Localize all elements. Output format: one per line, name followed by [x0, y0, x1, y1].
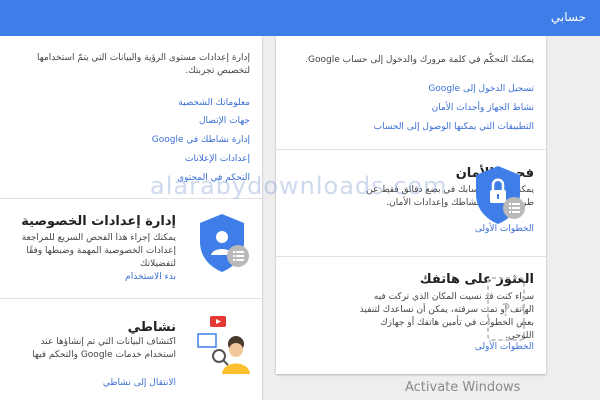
activate-windows-notice: Activate Windows	[405, 380, 521, 395]
link-connected-apps[interactable]: التطبيقات التي يمكنها الوصول إلى الحساب	[374, 122, 534, 132]
phone-icon: ?	[487, 277, 525, 341]
link-device-activity[interactable]: نشاط الجهاز وأحداث الأمان	[432, 103, 534, 113]
security-panel: يمكنك التحكّم في كلمة مرورك والدخول إلى …	[276, 36, 546, 374]
my-activity-title: نشاطي	[127, 320, 176, 335]
divider	[276, 256, 546, 257]
activity-illustration-icon	[197, 316, 250, 374]
my-activity-link[interactable]: الانتقال إلى نشاطي	[103, 378, 176, 388]
link-contacts[interactable]: جهات الإتصال	[199, 116, 250, 126]
security-intro: يمكنك التحكّم في كلمة مرورك والدخول إلى …	[305, 55, 534, 65]
privacy-panel: إدارة إعدادات مستوى الرؤية والبيانات الت…	[0, 36, 262, 400]
divider	[0, 298, 262, 299]
privacy-intro: إدارة إعدادات مستوى الرؤية والبيانات الت…	[37, 53, 250, 76]
divider	[276, 149, 546, 150]
privacy-shield-icon	[200, 214, 249, 272]
page-title: حسابي	[550, 10, 586, 24]
privacy-checkup-start-link[interactable]: بدء الاستخدام	[125, 272, 176, 282]
privacy-checkup-title: إدارة إعدادات الخصوصية	[21, 214, 176, 229]
svg-text:?: ?	[501, 300, 511, 321]
link-ad-settings[interactable]: إعدادات الإعلانات	[185, 154, 250, 164]
security-shield-icon	[476, 166, 525, 224]
link-personal-info[interactable]: معلوماتك الشخصية	[178, 98, 250, 108]
app-bar: حسابي	[0, 0, 600, 36]
site-watermark: alarabydownloads.com	[150, 172, 448, 200]
my-activity-desc: اكتشاف البيانات التي تم إنشاؤها عند استخ…	[32, 337, 176, 360]
privacy-checkup-desc: يمكنك إجراء هذا الفحص السريع للمراجعة إع…	[21, 233, 176, 269]
link-sign-in[interactable]: تسجيل الدخول إلى Google	[428, 84, 534, 94]
link-google-activity[interactable]: إدارة نشاطك في Google	[152, 135, 250, 145]
